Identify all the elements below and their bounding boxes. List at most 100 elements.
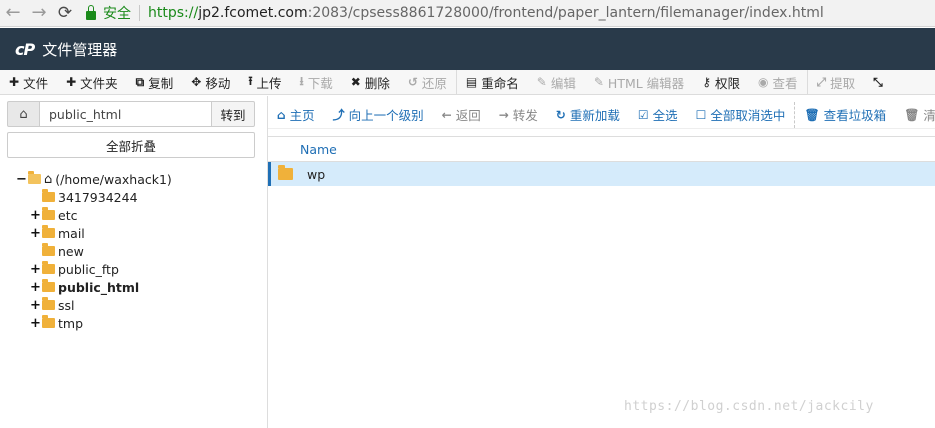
- upload-icon: ⭱: [248, 73, 253, 88]
- folder-open-icon: [28, 171, 41, 184]
- toolbar-button-7[interactable]: ↺ 还原: [399, 70, 456, 94]
- toolbar-button-4[interactable]: ⭱ 上传: [239, 70, 290, 94]
- trash-icon: 🗑: [904, 107, 920, 122]
- toolbar-button-label: 下载: [307, 75, 333, 91]
- watermark: https://blog.csdn.net/jackcily: [624, 399, 874, 414]
- toolbar-button-label: 查看: [772, 75, 798, 91]
- nav-button-5[interactable]: ☑ 全选: [629, 101, 687, 128]
- table-row[interactable]: wp: [268, 162, 935, 186]
- collapse-all-button[interactable]: 全部折叠: [7, 132, 255, 158]
- plus-icon: ✚: [9, 75, 20, 89]
- nav-button-label: 返回: [455, 108, 481, 123]
- toolbar-button-0[interactable]: ✚ 文件: [0, 70, 57, 94]
- app-header: cP 文件管理器: [0, 28, 935, 70]
- toolbar-button-label: 删除: [364, 75, 390, 91]
- tree-item[interactable]: new: [16, 242, 172, 260]
- tree-item[interactable]: + etc: [16, 206, 172, 224]
- nav-button-8[interactable]: 🗑清空: [895, 101, 935, 128]
- toolbar-button-label: 文件夹: [80, 75, 118, 91]
- toolbar-button-8[interactable]: ▤ 重命名: [457, 70, 528, 94]
- collapse-icon[interactable]: −: [16, 172, 27, 187]
- cpanel-logo[interactable]: cP: [15, 40, 35, 59]
- reload-icon[interactable]: ⟳: [52, 3, 78, 23]
- expand-icon[interactable]: +: [30, 226, 41, 241]
- restore-icon: ↺: [407, 75, 418, 89]
- tree-item[interactable]: + ssl: [16, 296, 172, 314]
- column-header-name[interactable]: Name: [268, 136, 935, 162]
- folder-icon: [42, 315, 55, 328]
- navigation-toolbar: ⌂主页⤴向上一个级别←返回→转发↻重新加载☑全选☐全部取消选中🗑查看垃圾箱🗑清空: [268, 101, 935, 129]
- folder-icon: [42, 279, 55, 292]
- file-list-panel: ⌂主页⤴向上一个级别←返回→转发↻重新加载☑全选☐全部取消选中🗑查看垃圾箱🗑清空…: [268, 96, 935, 428]
- toolbar-button-label: 重命名: [481, 75, 519, 91]
- forward-icon[interactable]: →: [26, 3, 52, 23]
- toolbar-button-12[interactable]: ◉ 查看: [749, 70, 807, 94]
- toolbar-button-1[interactable]: ✚ 文件夹: [57, 70, 127, 94]
- expand-icon[interactable]: +: [30, 262, 41, 277]
- nav-button-4[interactable]: ↻ 重新加载: [547, 101, 629, 128]
- folder-icon: [42, 225, 55, 238]
- toolbar-button-5[interactable]: ⭳ 下载: [291, 70, 342, 94]
- nav-button-7[interactable]: 🗑 查看垃圾箱: [795, 101, 895, 128]
- move-icon: ✥: [191, 75, 202, 89]
- tree-item[interactable]: + public_html: [16, 278, 172, 296]
- toolbar-button-14[interactable]: ⤡: [864, 70, 896, 94]
- toolbar-button-6[interactable]: ✖ 删除: [342, 70, 399, 94]
- address-bar[interactable]: 安全 https://jp2.fcomet.com:2083/cpsess886…: [86, 3, 824, 23]
- toolbar-button-label: 权限: [714, 75, 740, 91]
- expand-icon[interactable]: +: [30, 316, 41, 331]
- page-title: 文件管理器: [42, 40, 118, 59]
- nav-button-label: 查看垃圾箱: [823, 108, 887, 123]
- toolbar-button-label: 还原: [421, 75, 447, 91]
- browser-url-bar: ← → ⟳ 安全 https://jp2.fcomet.com:2083/cps…: [0, 0, 935, 27]
- tree-item[interactable]: + public_ftp: [16, 260, 172, 278]
- path-input[interactable]: [40, 101, 211, 127]
- tree-item-label: ssl: [58, 297, 75, 313]
- toolbar-button-13[interactable]: ⤢ 提取: [808, 70, 865, 94]
- expand-icon[interactable]: +: [30, 280, 41, 295]
- toolbar-button-3[interactable]: ✥ 移动: [182, 70, 239, 94]
- toolbar-button-9[interactable]: ✎ 编辑: [528, 70, 585, 94]
- folder-icon: [42, 261, 55, 274]
- forward-icon: →: [498, 107, 509, 122]
- expand-icon[interactable]: +: [30, 208, 41, 223]
- toolbar-button-label: 复制: [148, 75, 174, 91]
- nav-button-6[interactable]: ☐ 全部取消选中: [687, 101, 795, 128]
- back-icon[interactable]: ←: [0, 3, 26, 23]
- tree-children: 3417934244 + etc + mail new + public_ftp + public…: [16, 188, 172, 332]
- nav-button-1[interactable]: ⤴ 向上一个级别: [324, 101, 433, 128]
- toolbar-button-11[interactable]: ⚷ 权限: [693, 70, 749, 94]
- tree-item-label: public_html: [58, 279, 140, 295]
- toolbar-button-2[interactable]: ⧉ 复制: [127, 70, 183, 94]
- edit-icon: ✎: [536, 75, 547, 89]
- download-icon: ⭳: [299, 73, 304, 88]
- tree-root[interactable]: − ⌂ (/home/waxhack1): [16, 170, 172, 188]
- compress-icon: ⤡: [873, 74, 883, 89]
- folder-icon: [278, 165, 293, 180]
- tree-item-label: public_ftp: [58, 261, 119, 277]
- nav-button-2[interactable]: ← 返回: [433, 101, 490, 128]
- toolbar-button-10[interactable]: ✎ HTML 编辑器: [585, 70, 693, 94]
- nav-button-label: 向上一个级别: [348, 108, 424, 123]
- toolbar-button-label: 编辑: [550, 75, 576, 91]
- nav-button-3[interactable]: → 转发: [490, 101, 547, 128]
- home-icon[interactable]: ⌂: [7, 101, 40, 127]
- key-icon: ⚷: [702, 75, 711, 89]
- url-path: :2083/cpsess8861728000/frontend/paper_la…: [307, 5, 824, 21]
- nav-button-label: 全选: [652, 108, 678, 123]
- tree-item[interactable]: + tmp: [16, 314, 172, 332]
- expand-icon[interactable]: +: [30, 298, 41, 313]
- nav-button-label: 重新加载: [569, 108, 620, 123]
- tree-item[interactable]: 3417934244: [16, 188, 172, 206]
- delete-icon: ✖: [350, 75, 361, 89]
- unchecked-icon: ☐: [695, 107, 707, 122]
- toolbar-button-label: HTML 编辑器: [607, 75, 685, 91]
- home-icon: ⌂: [44, 171, 53, 187]
- toolbar-button-label: 上传: [256, 75, 282, 91]
- url-scheme: https://: [148, 5, 199, 21]
- tree-item[interactable]: + mail: [16, 224, 172, 242]
- go-button[interactable]: 转到: [211, 101, 255, 127]
- file-table: Name wp: [268, 136, 935, 186]
- file-name: wp: [307, 166, 326, 182]
- nav-button-0[interactable]: ⌂ 主页: [268, 101, 324, 128]
